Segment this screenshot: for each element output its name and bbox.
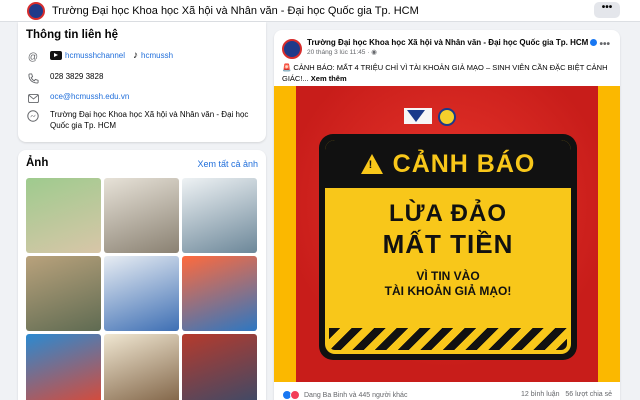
page-title[interactable]: Trường Đại học Khoa học Xã hội và Nhân v…	[52, 5, 419, 17]
photo-thumbnail[interactable]	[182, 178, 257, 253]
photo-thumbnail[interactable]	[182, 256, 257, 331]
phone-row: 028 3829 3828	[26, 71, 103, 85]
sign-header: ! CẢNH BÁO	[325, 140, 571, 188]
photos-card: Ảnh Xem tất cả ảnh	[18, 150, 266, 400]
photo-grid	[26, 178, 258, 400]
see-more-link[interactable]: Xem thêm	[311, 74, 347, 83]
at-sign-icon: @	[27, 51, 39, 63]
more-options-button[interactable]: •••	[594, 2, 620, 18]
post-text: 🚨 CẢNH BÁO: MẤT 4 TRIỆU CHỈ VÌ TÀI KHOẢN…	[282, 63, 614, 84]
sign-headline: CẢNH BÁO	[392, 149, 536, 178]
messenger-row: Trường Đại học Khoa học Xã hội và Nhân v…	[26, 109, 251, 131]
social-row: @ hcmusshchannel ♪ hcmussh	[26, 50, 173, 64]
hazard-stripes	[329, 328, 567, 350]
sign-line-4: TÀI KHOẢN GIẢ MẠO!	[384, 284, 512, 298]
page-header: Trường Đại học Khoa học Xã hội và Nhân v…	[0, 0, 640, 22]
warning-sign: ! CẢNH BÁO LỪA ĐẢO MẤT TIỀN VÌ TIN VÀO T…	[319, 134, 577, 360]
photo-thumbnail[interactable]	[26, 178, 101, 253]
globe-icon: ◉	[371, 49, 377, 56]
post-image[interactable]: ! CẢNH BÁO LỪA ĐẢO MẤT TIỀN VÌ TIN VÀO T…	[274, 86, 620, 382]
sign-line-2: MẤT TIỀN	[382, 229, 514, 259]
post-author-label[interactable]: Trường Đại học Khoa học Xã hội và Nhân v…	[307, 38, 588, 47]
reactors-text[interactable]: Dang Ba Binh và 445 người khác	[304, 392, 407, 399]
email-link[interactable]: oce@hcmussh.edu.vn	[50, 91, 129, 102]
engagement-counts: 12 bình luận 56 lượt chia sẻ	[521, 391, 612, 398]
shares-count[interactable]: 56 lượt chia sẻ	[565, 391, 612, 398]
reaction-summary[interactable]: Dang Ba Binh và 445 người khác	[282, 390, 407, 400]
photos-title: Ảnh	[26, 157, 49, 169]
photo-thumbnail[interactable]	[182, 334, 257, 400]
see-all-photos-link[interactable]: Xem tất cả ảnh	[197, 159, 258, 169]
contact-info-title: Thông tin liên hệ	[26, 29, 118, 41]
email-row: oce@hcmussh.edu.vn	[26, 91, 129, 105]
vnu-logo	[404, 108, 432, 124]
comments-count[interactable]: 12 bình luận	[521, 391, 560, 398]
post-author-name[interactable]: Trường Đại học Khoa học Xã hội và Nhân v…	[307, 38, 598, 47]
verified-badge-icon	[590, 39, 598, 47]
tiktok-link[interactable]: hcmussh	[141, 50, 173, 61]
photo-thumbnail[interactable]	[26, 256, 101, 331]
phone-number[interactable]: 028 3829 3828	[50, 71, 103, 82]
post-timestamp[interactable]: 20 tháng 3 lúc 11:45 · ◉	[307, 48, 377, 56]
ussh-logo	[438, 108, 456, 126]
warning-mark: !	[368, 159, 373, 171]
photo-thumbnail[interactable]	[104, 178, 179, 253]
post-author-avatar[interactable]	[282, 39, 302, 59]
warning-triangle-icon: !	[360, 154, 383, 174]
messenger-icon	[26, 109, 40, 123]
envelope-icon	[26, 91, 40, 105]
sign-line-1: LỪA ĐẢO	[388, 200, 507, 227]
youtube-link[interactable]: hcmusshchannel	[65, 50, 125, 61]
photo-thumbnail[interactable]	[104, 334, 179, 400]
feed-post: Trường Đại học Khoa học Xã hội và Nhân v…	[274, 30, 620, 400]
sign-line-3: VÌ TIN VÀO	[416, 269, 480, 283]
photo-thumbnail[interactable]	[104, 256, 179, 331]
post-options-button[interactable]: •••	[599, 39, 610, 50]
post-time-label[interactable]: 20 tháng 3 lúc 11:45 ·	[307, 49, 371, 56]
university-logo[interactable]	[27, 2, 45, 20]
love-reaction-icon	[290, 390, 300, 400]
contact-info-card: Thông tin liên hệ @ hcmusshchannel ♪ hcm…	[18, 22, 266, 142]
tiktok-icon: ♪	[133, 50, 139, 61]
messenger-link[interactable]: Trường Đại học Khoa học Xã hội và Nhân v…	[50, 109, 251, 131]
partner-logos	[404, 108, 456, 126]
phone-icon	[26, 71, 40, 85]
photo-thumbnail[interactable]	[26, 334, 101, 400]
youtube-icon	[50, 51, 62, 60]
